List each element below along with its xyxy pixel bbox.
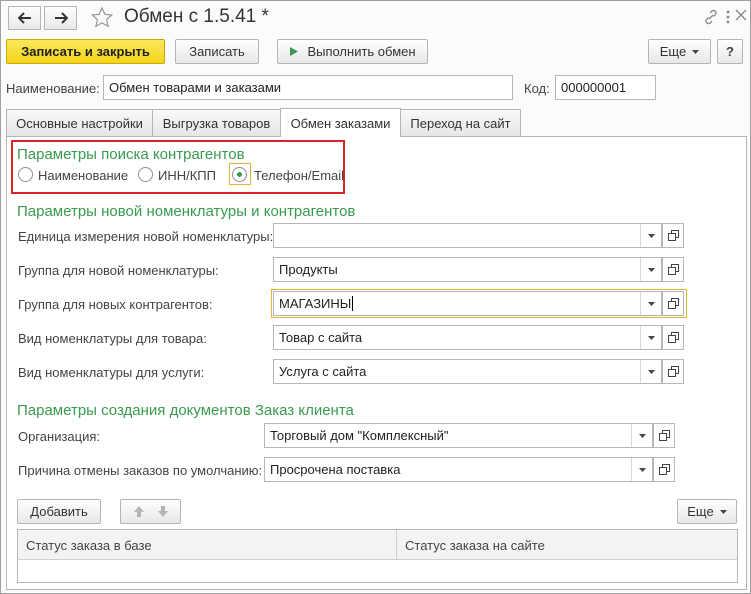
goods-group-field[interactable]: Продукты — [273, 257, 662, 282]
table-more-button[interactable]: Еще — [677, 499, 737, 524]
unit-open-button[interactable] — [662, 223, 684, 248]
name-label: Наименование: — [6, 81, 100, 96]
radio-name[interactable] — [18, 167, 33, 182]
goods-group-open-button[interactable] — [662, 257, 684, 282]
run-exchange-button[interactable]: Выполнить обмен — [277, 39, 428, 64]
tab-orders-exchange[interactable]: Обмен заказами — [280, 108, 401, 137]
organization-value: Торговый дом "Комплексный" — [270, 428, 449, 443]
service-kind-dropdown-button[interactable] — [640, 360, 661, 383]
back-button[interactable] — [8, 6, 41, 30]
contractors-group-dropdown-button[interactable] — [640, 292, 661, 315]
arrow-up-icon[interactable] — [133, 505, 145, 518]
caret-down-icon — [638, 433, 646, 438]
caret-down-icon — [647, 335, 655, 340]
goods-group-value: Продукты — [279, 262, 338, 277]
radio-name-label: Наименование — [38, 168, 129, 183]
close-icon[interactable] — [735, 9, 747, 21]
orders-section-title: Параметры создания документов Заказ клие… — [17, 402, 354, 419]
contractors-group-value: МАГАЗИНЫ — [279, 296, 352, 311]
open-window-icon — [667, 298, 679, 309]
move-buttons — [120, 499, 181, 524]
goods-group-dropdown-button[interactable] — [640, 258, 661, 281]
caret-down-icon — [647, 267, 655, 272]
add-row-button[interactable]: Добавить — [17, 499, 101, 524]
organization-dropdown-button[interactable] — [631, 424, 652, 447]
star-icon[interactable] — [91, 7, 113, 28]
forward-button[interactable] — [44, 6, 77, 30]
cancel-reason-label: Причина отмены заказов по умолчанию: — [18, 463, 263, 478]
open-window-icon — [667, 264, 679, 275]
unit-field[interactable] — [273, 223, 662, 248]
cancel-reason-value: Просрочена поставка — [270, 462, 401, 477]
tab-goods-export[interactable]: Выгрузка товаров — [152, 109, 281, 136]
goods-group-label: Группа для новой номенклатуры: — [18, 263, 219, 278]
nomenclature-section-title: Параметры новой номенклатуры и контраген… — [17, 203, 356, 220]
contractors-group-label: Группа для новых контрагентов: — [18, 297, 213, 312]
tab-site-link[interactable]: Переход на сайт — [400, 109, 521, 136]
column-header-site-status[interactable]: Статус заказа на сайте — [397, 530, 737, 560]
goods-kind-open-button[interactable] — [662, 325, 684, 350]
goods-kind-label: Вид номенклатуры для товара: — [18, 331, 207, 346]
window-title: Обмен с 1.5.41 * — [124, 6, 269, 27]
radio-phone-email-label: Телефон/Email — [254, 168, 345, 183]
column-header-base-status[interactable]: Статус заказа в базе — [18, 530, 397, 560]
service-kind-label: Вид номенклатуры для услуги: — [18, 365, 205, 380]
radio-phone-email[interactable] — [232, 167, 247, 182]
caret-down-icon — [638, 467, 646, 472]
cancel-reason-field[interactable]: Просрочена поставка — [264, 457, 653, 482]
more-vertical-icon[interactable] — [726, 10, 730, 24]
unit-dropdown-button[interactable] — [640, 224, 661, 247]
caret-down-icon — [719, 509, 727, 514]
link-icon[interactable] — [703, 9, 719, 25]
open-window-icon — [658, 464, 670, 475]
text-cursor — [352, 296, 354, 311]
tab-main-settings[interactable]: Основные настройки — [6, 109, 153, 136]
service-kind-field[interactable]: Услуга с сайта — [273, 359, 662, 384]
unit-label: Единица измерения новой номенклатуры: — [18, 229, 274, 244]
table-more-label: Еще — [687, 504, 714, 519]
caret-down-icon — [647, 301, 655, 306]
form-window: Обмен с 1.5.41 * Записать и закрыть Запи… — [0, 0, 751, 594]
organization-field[interactable]: Торговый дом "Комплексный" — [264, 423, 653, 448]
open-window-icon — [667, 332, 679, 343]
help-icon: ? — [726, 44, 734, 59]
arrow-left-icon — [17, 12, 31, 24]
code-field[interactable]: 000000001 — [555, 75, 656, 100]
cancel-reason-open-button[interactable] — [653, 457, 675, 482]
caret-down-icon — [647, 233, 655, 238]
radio-inn[interactable] — [138, 167, 153, 182]
name-field[interactable]: Обмен товарами и заказами — [103, 75, 513, 100]
title-bar: Обмен с 1.5.41 * — [1, 1, 750, 34]
save-button[interactable]: Записать — [175, 39, 259, 64]
caret-down-icon — [692, 49, 700, 54]
arrow-down-icon[interactable] — [157, 505, 169, 518]
open-window-icon — [667, 366, 679, 377]
caret-down-icon — [647, 369, 655, 374]
open-window-icon — [667, 230, 679, 241]
service-kind-value: Услуга с сайта — [279, 364, 367, 379]
goods-kind-dropdown-button[interactable] — [640, 326, 661, 349]
run-exchange-label: Выполнить обмен — [307, 44, 416, 59]
organization-open-button[interactable] — [653, 423, 675, 448]
help-button[interactable]: ? — [717, 39, 743, 64]
radio-inn-label: ИНН/КПП — [158, 168, 216, 183]
open-window-icon — [658, 430, 670, 441]
save-and-close-button[interactable]: Записать и закрыть — [6, 39, 165, 64]
contractors-group-field[interactable]: МАГАЗИНЫ — [273, 291, 662, 316]
goods-kind-field[interactable]: Товар с сайта — [273, 325, 662, 350]
status-mapping-table[interactable]: Статус заказа в базе Статус заказа на са… — [17, 529, 738, 583]
service-kind-open-button[interactable] — [662, 359, 684, 384]
play-icon — [290, 47, 299, 56]
cancel-reason-dropdown-button[interactable] — [631, 458, 652, 481]
code-label: Код: — [524, 81, 550, 96]
goods-kind-value: Товар с сайта — [279, 330, 363, 345]
search-section-title: Параметры поиска контрагентов — [17, 146, 245, 163]
more-label: Еще — [659, 44, 687, 59]
contractors-group-open-button[interactable] — [662, 291, 684, 316]
organization-label: Организация: — [18, 429, 101, 444]
arrow-right-icon — [54, 12, 68, 24]
more-button[interactable]: Еще — [648, 39, 711, 64]
